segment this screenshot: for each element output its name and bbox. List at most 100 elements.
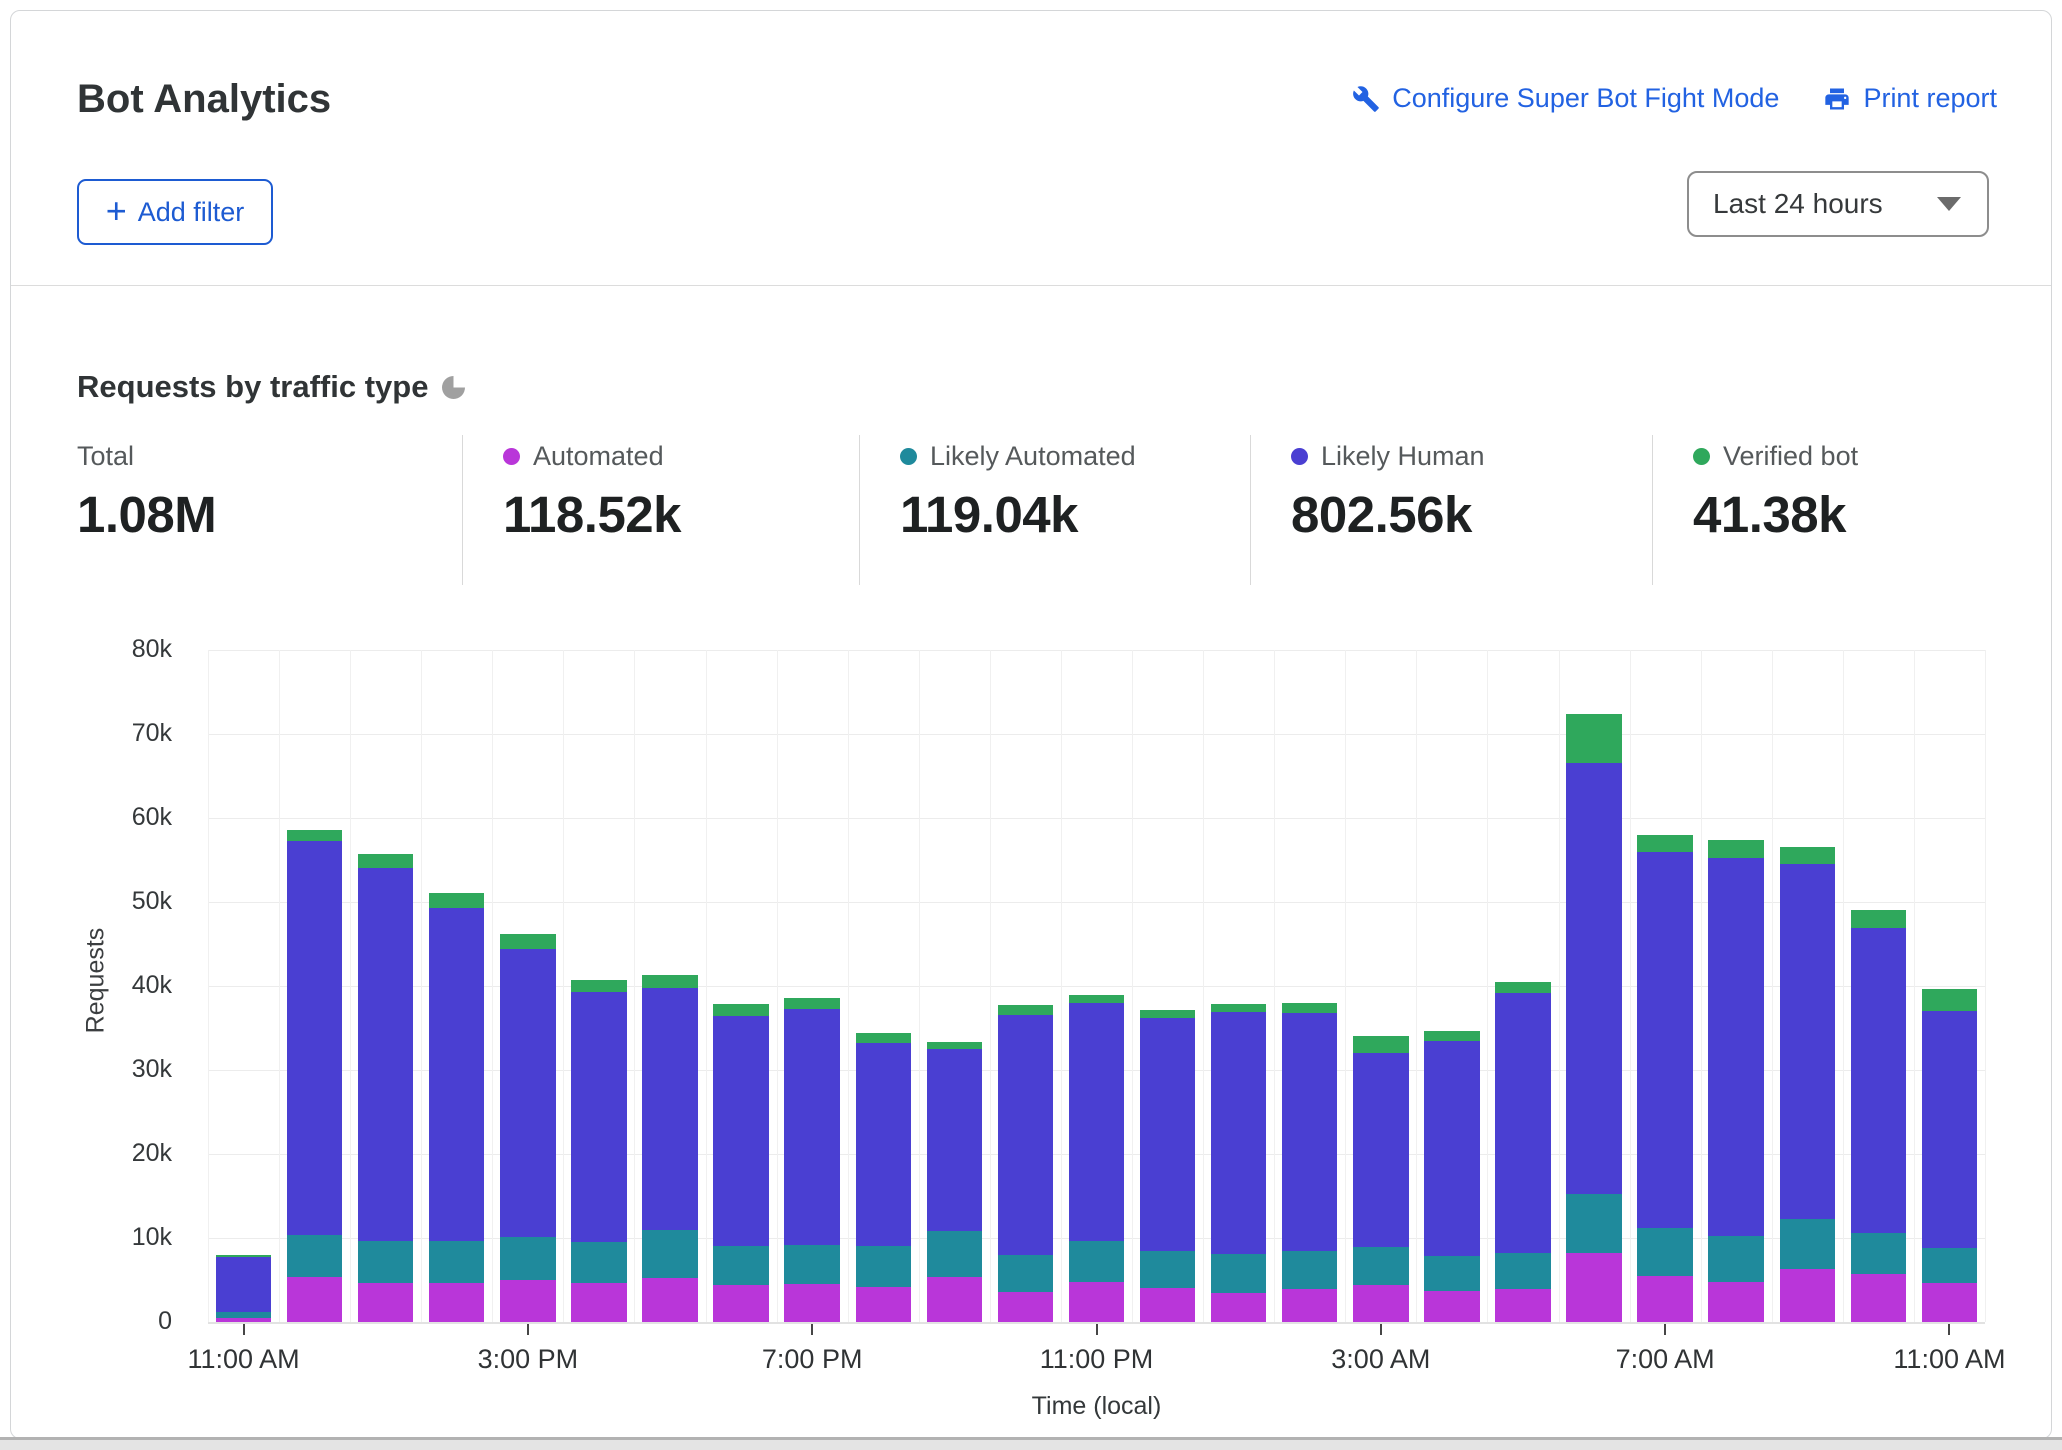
likely-automated-segment: [642, 1230, 697, 1278]
stat-verified-bot: Verified bot41.38k: [1652, 435, 2023, 585]
page-title: Bot Analytics: [77, 77, 331, 122]
verified-bot-segment: [1851, 910, 1906, 928]
stat-value: 119.04k: [900, 485, 1250, 544]
bar-12-00-am-13[interactable]: [1132, 650, 1203, 1322]
x-tickmark: [1380, 1324, 1382, 1335]
requests-stacked-bar-chart: [208, 650, 1985, 1324]
likely-automated-segment: [1211, 1254, 1266, 1293]
automated-segment: [1922, 1283, 1977, 1322]
bar-5-00-am-18[interactable]: [1487, 650, 1558, 1322]
likely-human-segment: [500, 949, 555, 1237]
likely-automated-segment: [500, 1237, 555, 1280]
automated-segment: [1637, 1276, 1692, 1322]
bot-analytics-page: Bot Analytics Configure Super Bot Fight …: [0, 0, 2062, 1450]
likely-automated-segment: [1069, 1241, 1124, 1281]
bar-11-00-pm-12[interactable]: [1061, 650, 1132, 1322]
likely-human-segment: [1211, 1012, 1266, 1254]
y-axis-ticks: 010k20k30k40k50k60k70k80k: [0, 650, 172, 1322]
stat-value: 41.38k: [1693, 485, 2023, 544]
likely-human-segment: [1495, 993, 1550, 1253]
stat-value: 118.52k: [503, 485, 859, 544]
bar-7-00-am-20[interactable]: [1630, 650, 1701, 1322]
likely-automated-segment: [1851, 1233, 1906, 1274]
bar-3-00-am-16[interactable]: [1345, 650, 1416, 1322]
configure-super-bot-fight-mode-link[interactable]: Configure Super Bot Fight Mode: [1352, 83, 1779, 114]
x-tickmark: [527, 1324, 529, 1335]
y-tick-80k: 80k: [132, 635, 172, 664]
bar-10-00-pm-11[interactable]: [990, 650, 1061, 1322]
automated-segment: [287, 1277, 342, 1322]
likely-automated-segment: [571, 1242, 626, 1282]
likely-automated-segment: [1495, 1253, 1550, 1289]
bar-2-00-am-15[interactable]: [1274, 650, 1345, 1322]
likely-automated-segment: [1637, 1228, 1692, 1276]
section-heading: Requests by traffic type: [77, 369, 465, 405]
verified-bot-segment: [1780, 847, 1835, 864]
stat-label: Automated: [533, 441, 664, 472]
bar-9-00-am-22[interactable]: [1772, 650, 1843, 1322]
bar-7-00-pm-8[interactable]: [777, 650, 848, 1322]
likely-automated-segment: [927, 1231, 982, 1277]
automated-segment: [1495, 1289, 1550, 1322]
print-report-link[interactable]: Print report: [1823, 83, 1997, 114]
likely-human-segment: [856, 1043, 911, 1246]
likely-human-segment: [642, 988, 697, 1231]
likely-human-segment: [429, 908, 484, 1241]
chevron-down-icon: [1937, 197, 1961, 211]
y-tick-50k: 50k: [132, 887, 172, 916]
likely-human-segment: [1069, 1003, 1124, 1242]
likely-human-segment: [713, 1016, 768, 1246]
printer-icon: [1823, 85, 1851, 113]
likely-automated-segment: [1353, 1247, 1408, 1285]
likely-human-segment: [571, 992, 626, 1242]
verified-bot-segment: [713, 1004, 768, 1017]
likely-automated-segment: [998, 1255, 1053, 1292]
bar-12-00-pm-1[interactable]: [279, 650, 350, 1322]
x-tick-3-00-pm-1: 3:00 PM: [478, 1344, 579, 1375]
likely-automated-legend-dot-icon: [900, 448, 917, 465]
x-tickmark: [1948, 1324, 1950, 1335]
bar-10-00-am-23[interactable]: [1843, 650, 1914, 1322]
bar-6-00-am-19[interactable]: [1559, 650, 1630, 1322]
wrench-icon: [1352, 85, 1380, 113]
x-tickmark: [1096, 1324, 1098, 1335]
likely-automated-segment: [429, 1241, 484, 1283]
bar-8-00-pm-9[interactable]: [848, 650, 919, 1322]
bar-1-00-pm-2[interactable]: [350, 650, 421, 1322]
x-tickmark: [243, 1324, 245, 1335]
likely-human-segment: [1282, 1013, 1337, 1252]
automated-segment: [1282, 1289, 1337, 1322]
verified-bot-segment: [927, 1042, 982, 1049]
automated-legend-dot-icon: [503, 448, 520, 465]
bar-4-00-pm-5[interactable]: [563, 650, 634, 1322]
bar-1-00-am-14[interactable]: [1203, 650, 1274, 1322]
pie-chart-icon: [442, 376, 465, 399]
bar-11-00-am-24[interactable]: [1914, 650, 1985, 1322]
bar-6-00-pm-7[interactable]: [706, 650, 777, 1322]
configure-link-label: Configure Super Bot Fight Mode: [1392, 83, 1779, 114]
bar-3-00-pm-4[interactable]: [492, 650, 563, 1322]
verified-bot-segment: [429, 893, 484, 908]
likely-human-legend-dot-icon: [1291, 448, 1308, 465]
bar-9-00-pm-10[interactable]: [919, 650, 990, 1322]
likely-human-segment: [1424, 1041, 1479, 1256]
bar-11-00-am-0[interactable]: [208, 650, 279, 1322]
add-filter-button[interactable]: + Add filter: [77, 179, 273, 245]
bar-8-00-am-21[interactable]: [1701, 650, 1772, 1322]
automated-segment: [358, 1283, 413, 1322]
x-tickmark: [1664, 1324, 1666, 1335]
likely-automated-segment: [1566, 1194, 1621, 1254]
bar-2-00-pm-3[interactable]: [421, 650, 492, 1322]
y-tick-40k: 40k: [132, 971, 172, 1000]
verified-bot-segment: [642, 975, 697, 988]
x-tick-7-00-am-5: 7:00 AM: [1616, 1344, 1715, 1375]
time-range-dropdown[interactable]: Last 24 hours: [1687, 171, 1989, 237]
likely-human-segment: [784, 1009, 839, 1245]
likely-automated-segment: [784, 1245, 839, 1284]
likely-human-segment: [358, 868, 413, 1241]
bar-5-00-pm-6[interactable]: [634, 650, 705, 1322]
x-axis-title: Time (local): [208, 1392, 1985, 1421]
bar-4-00-am-17[interactable]: [1416, 650, 1487, 1322]
automated-segment: [1708, 1282, 1763, 1322]
y-tick-60k: 60k: [132, 803, 172, 832]
